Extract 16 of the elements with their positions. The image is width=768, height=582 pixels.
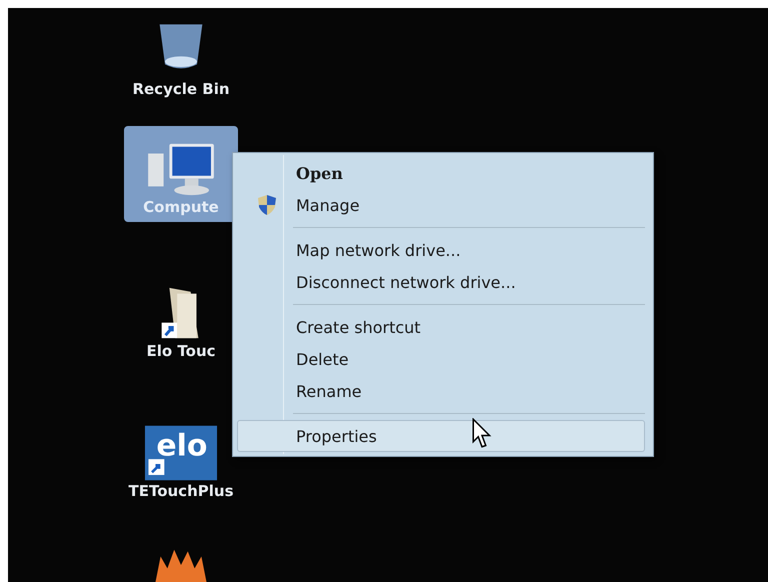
menu-item[interactable]: Map network drive... <box>237 234 645 266</box>
icon-label: Compute <box>143 198 219 216</box>
menu-item[interactable]: Properties <box>237 420 645 452</box>
menu-item[interactable]: Create shortcut <box>237 311 645 343</box>
icon-label: Elo Touc <box>146 342 216 360</box>
desktop-icon[interactable]: Recycle Bin <box>124 8 238 104</box>
mouse-pointer-icon <box>471 418 493 448</box>
menu-item[interactable]: Manage <box>237 189 645 221</box>
desktop-icon[interactable]: Elo Touc <box>124 270 238 366</box>
menu-item[interactable]: Rename <box>237 375 645 407</box>
desktop-icon[interactable]: elo TETouchPlus <box>124 410 238 506</box>
icon-label: Recycle Bin <box>132 80 230 98</box>
menu-item[interactable]: Disconnect network drive... <box>237 266 645 298</box>
menu-item[interactable]: Open <box>237 157 645 189</box>
icon-label: TETouchPlus <box>128 482 234 500</box>
menu-item[interactable]: Delete <box>237 343 645 375</box>
